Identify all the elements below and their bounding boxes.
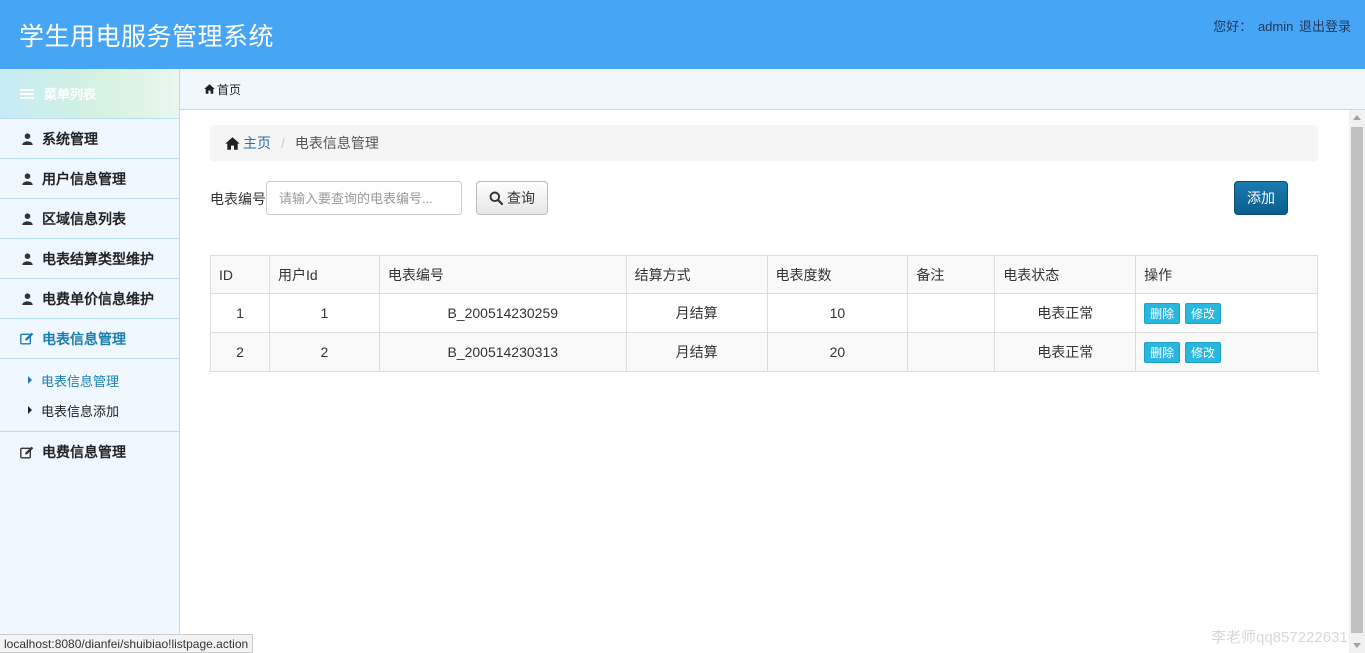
breadcrumb-home-link[interactable]: 主页 [225,133,271,153]
col-header-status: 电表状态 [994,255,1137,294]
sidebar-item-system[interactable]: 系统管理 [0,119,179,159]
submenu-item-meter-list[interactable]: 电表信息管理 [28,365,179,395]
cell-reading: 10 [766,293,909,333]
breadcrumb-separator: / [281,135,285,151]
scroll-up-icon[interactable] [1353,115,1361,120]
add-button[interactable]: 添加 [1234,181,1288,215]
home-icon [225,136,240,150]
user-icon [20,252,34,265]
table-header-row: ID 用户Id 电表编号 结算方式 电表度数 备注 电表状态 操作 [210,255,1318,294]
sidebar-item-label: 电表信息管理 [42,330,126,347]
username-text: admin [1257,19,1294,34]
cell-settle: 月结算 [625,293,768,333]
edit-button[interactable]: 修改 [1185,302,1222,324]
cell-settle: 月结算 [625,332,768,372]
app-title: 学生用电服务管理系统 [19,22,275,51]
sidebar-item-settle-types[interactable]: 电表结算类型维护 [0,239,179,279]
sidebar-item-label: 电费信息管理 [42,444,126,460]
submenu-item-meter-add[interactable]: 电表信息添加 [28,395,179,425]
query-button[interactable]: 查询 [476,181,548,215]
submenu-item-label: 电表信息管理 [41,373,120,389]
tab-home-label: 首页 [217,82,242,97]
cell-remark [907,332,996,372]
home-icon [204,84,215,94]
cell-actions: 删除 修改 [1135,293,1318,333]
edit-button[interactable]: 修改 [1185,341,1222,363]
sidebar-item-label: 电表结算类型维护 [42,250,154,267]
col-header-meter-no: 电表编号 [378,255,627,294]
scroll-thumb[interactable] [1351,127,1363,633]
scroll-down-icon[interactable] [1353,643,1361,648]
cell-status: 电表正常 [994,293,1137,333]
caret-right-icon [28,376,32,384]
cell-status: 电表正常 [994,332,1137,372]
sidebar-item-label: 系统管理 [42,130,98,147]
table-row: 2 2 B_200514230313 月结算 20 电表正常 删除 修改 [210,332,1318,372]
edit-icon [20,332,34,345]
edit-icon [20,446,34,459]
breadcrumb: 主页 / 电表信息管理 [210,125,1318,161]
cell-reading: 20 [766,332,909,372]
cell-remark [907,293,996,333]
cell-actions: 删除 修改 [1135,332,1318,372]
user-icon [20,292,34,305]
breadcrumb-current: 电表信息管理 [294,135,379,151]
menu-title: 菜单列表 [44,87,97,102]
greeting-text: 您好： [1213,19,1253,34]
cell-id: 1 [210,293,270,333]
sidebar: 菜单列表 系统管理 用户信息管理 区域信息列表 电表结算类型维护 电费单价信息维… [0,69,180,653]
search-icon [489,191,503,205]
col-header-actions: 操作 [1135,255,1318,294]
col-header-reading: 电表度数 [766,255,909,294]
vertical-scrollbar[interactable] [1349,110,1365,653]
menu-bars-icon [20,87,34,101]
col-header-remark: 备注 [907,255,996,294]
cell-user-id: 2 [268,332,380,372]
meter-no-label: 电表编号 [210,191,266,207]
table-row: 1 1 B_200514230259 月结算 10 电表正常 删除 修改 [210,293,1318,333]
query-button-label: 查询 [507,190,535,206]
submenu-meters: 电表信息管理 电表信息添加 [0,359,179,432]
cell-user-id: 1 [268,293,380,333]
watermark-text: 李老师qq857222631 [1211,629,1348,646]
delete-button[interactable]: 删除 [1144,341,1181,363]
col-header-settle: 结算方式 [625,255,768,294]
col-header-user-id: 用户Id [268,255,380,294]
submenu-item-label: 电表信息添加 [41,403,120,419]
user-area: 您好： admin 退出登录 [1211,16,1351,35]
menu-header: 菜单列表 [0,69,179,119]
tab-home[interactable]: 首页 [204,81,241,98]
col-header-id: ID [210,255,270,294]
sidebar-item-fees[interactable]: 电费信息管理 [0,432,179,472]
caret-right-icon [28,406,32,414]
sidebar-item-label: 用户信息管理 [42,170,126,187]
user-icon [20,172,34,185]
meter-no-search-input[interactable] [266,181,462,215]
meter-table: ID 用户Id 电表编号 结算方式 电表度数 备注 电表状态 操作 1 1 B_… [210,255,1318,372]
sidebar-item-users[interactable]: 用户信息管理 [0,159,179,199]
user-icon [20,212,34,225]
cell-meter-no: B_200514230259 [378,293,627,333]
top-header: 学生用电服务管理系统 您好： admin 退出登录 [0,0,1365,69]
logout-link[interactable]: 退出登录 [1299,19,1351,34]
sidebar-item-label: 电费单价信息维护 [42,290,154,307]
cell-id: 2 [210,332,270,372]
tab-bar: 首页 [180,69,1365,110]
user-icon [20,132,34,145]
cell-meter-no: B_200514230313 [378,332,627,372]
sidebar-item-meters[interactable]: 电表信息管理 [0,319,179,359]
sidebar-item-regions[interactable]: 区域信息列表 [0,199,179,239]
delete-button[interactable]: 删除 [1144,302,1181,324]
breadcrumb-home-label: 主页 [243,135,271,151]
sidebar-item-unit-price[interactable]: 电费单价信息维护 [0,279,179,319]
sidebar-item-label: 区域信息列表 [42,210,126,227]
browser-status-url: localhost:8080/dianfei/shuibiao!listpage… [0,634,254,653]
